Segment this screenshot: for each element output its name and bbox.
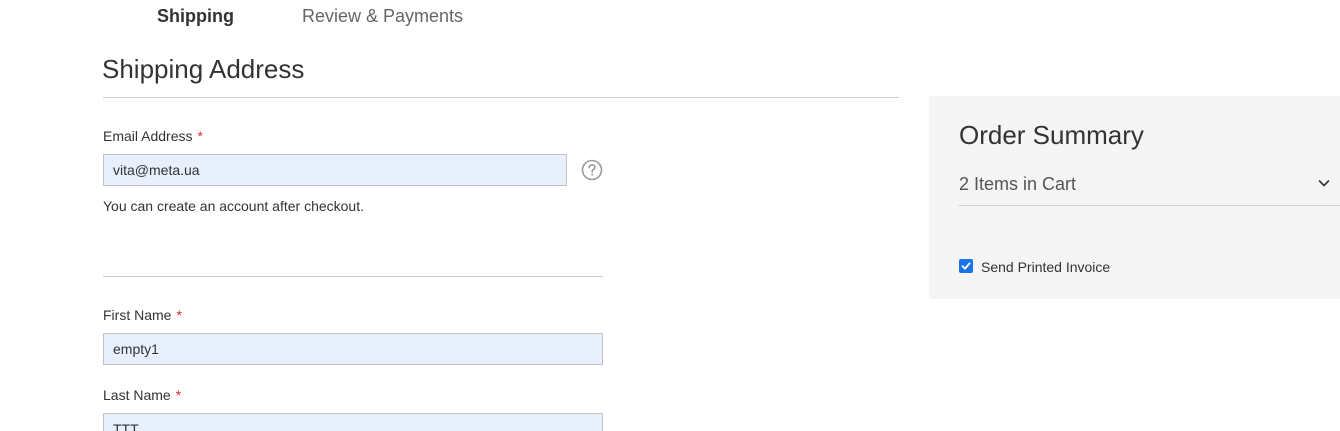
- first-name-field[interactable]: [103, 333, 603, 365]
- step-shipping[interactable]: Shipping: [157, 4, 234, 28]
- order-summary-panel: Order Summary 2 Items in Cart Send Print…: [929, 96, 1340, 299]
- last-name-label: Last Name *: [103, 386, 181, 404]
- order-summary-title: Order Summary: [959, 120, 1144, 150]
- question-circle-icon[interactable]: [581, 159, 603, 181]
- email-label: Email Address *: [103, 127, 203, 145]
- shipping-address-title: Shipping Address: [102, 54, 305, 84]
- fieldset-divider: [103, 276, 603, 277]
- checkout-page: Shipping Review & Payments Shipping Addr…: [0, 0, 1340, 431]
- checkmark-icon: [961, 262, 971, 270]
- cart-items-label: 2 Items in Cart: [959, 174, 1077, 194]
- section-divider: [103, 97, 899, 98]
- step-review-payments[interactable]: Review & Payments: [302, 4, 463, 28]
- required-marker: *: [176, 307, 182, 323]
- required-marker: *: [175, 387, 182, 403]
- email-label-text: Email Address: [103, 128, 193, 144]
- email-field[interactable]: [103, 154, 567, 186]
- last-name-label-text: Last Name: [103, 387, 171, 403]
- required-marker: *: [197, 128, 203, 144]
- last-name-field[interactable]: [103, 413, 603, 431]
- chevron-down-icon: [1317, 176, 1331, 190]
- first-name-label: First Name *: [103, 306, 182, 324]
- send-printed-invoice-label[interactable]: Send Printed Invoice: [981, 258, 1110, 276]
- send-printed-invoice-checkbox[interactable]: [959, 259, 973, 273]
- cart-items-toggle[interactable]: 2 Items in Cart: [959, 172, 1340, 206]
- account-note: You can create an account after checkout…: [103, 198, 364, 214]
- first-name-label-text: First Name: [103, 307, 172, 323]
